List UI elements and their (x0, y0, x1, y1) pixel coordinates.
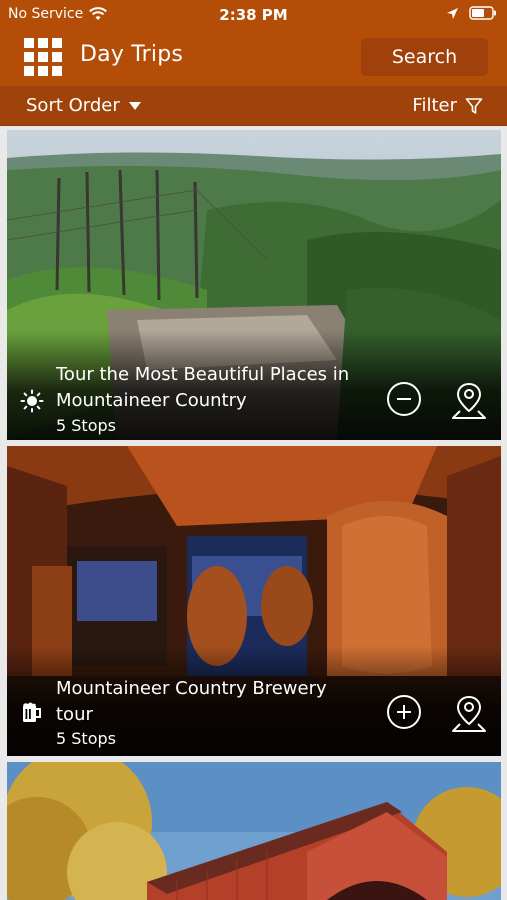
status-time: 2:38 PM (219, 6, 288, 24)
trip-card[interactable]: Mountaineer Country Brewery tour 5 Stops (7, 446, 501, 756)
map-pin-button[interactable] (451, 381, 487, 421)
trip-stops: 5 Stops (56, 729, 116, 748)
trip-title: Tour the Most Beautiful Places in Mounta… (56, 364, 350, 411)
filter-bar: Sort Order Filter (0, 86, 507, 126)
search-button[interactable]: Search (361, 38, 488, 76)
location-arrow-icon (447, 7, 458, 19)
trip-title: Mountaineer Country Brewery tour (56, 678, 327, 725)
status-bar: No Service 2:38 PM (0, 0, 507, 30)
funnel-icon (465, 97, 483, 114)
trip-stops: 5 Stops (56, 416, 116, 435)
filter-label: Filter (412, 95, 457, 116)
plus-circle-icon (397, 705, 411, 719)
remove-trip-button[interactable] (387, 382, 421, 416)
filter-button[interactable]: Filter (412, 95, 483, 116)
trip-card[interactable] (7, 762, 501, 900)
sun-icon (20, 389, 44, 413)
minus-circle-icon (397, 398, 411, 400)
trip-list[interactable]: Tour the Most Beautiful Places in Mounta… (0, 126, 507, 900)
page-title: Day Trips (80, 42, 184, 67)
sort-order-dropdown[interactable]: Sort Order (26, 95, 142, 116)
map-pin-button[interactable] (451, 694, 487, 734)
sort-order-label: Sort Order (26, 95, 120, 116)
nav-bar: Day Trips Search (0, 30, 507, 86)
status-right (446, 6, 497, 20)
menu-grid-icon[interactable] (24, 38, 62, 76)
trip-card[interactable]: Tour the Most Beautiful Places in Mounta… (7, 130, 501, 440)
caret-down-icon (128, 101, 141, 110)
add-trip-button[interactable] (387, 695, 421, 729)
beer-mug-icon (23, 702, 41, 722)
trip-card-image (7, 762, 501, 900)
battery-icon (469, 6, 496, 20)
